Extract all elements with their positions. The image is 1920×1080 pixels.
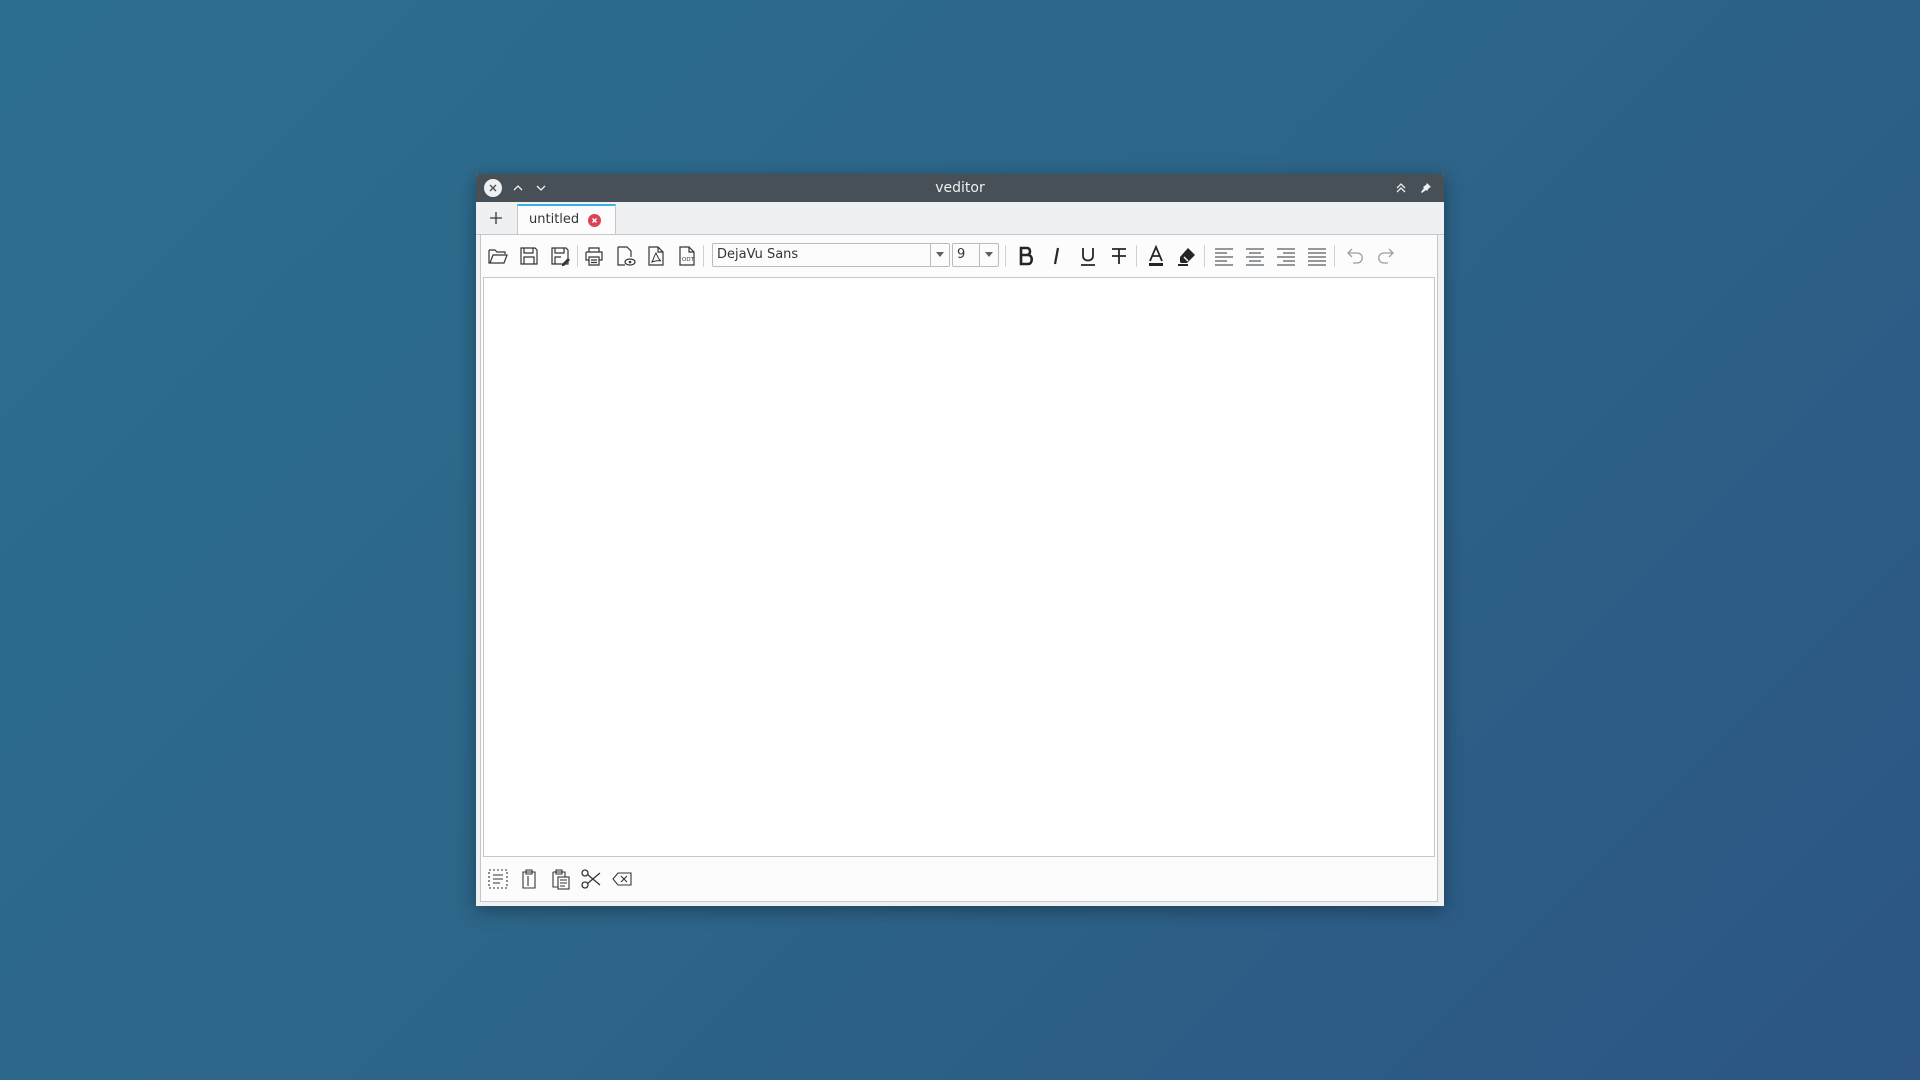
document-panel: ODT DejaVu Sans 9: [480, 234, 1438, 902]
toolbar-separator: [1334, 245, 1335, 267]
tab-label: untitled: [529, 212, 580, 227]
align-justify-icon: [1308, 248, 1326, 266]
keep-above-button[interactable]: [1392, 179, 1410, 197]
font-size-select[interactable]: 9: [952, 243, 999, 267]
print-icon: [585, 247, 603, 266]
underline-button[interactable]: [1075, 243, 1101, 269]
print-button[interactable]: [581, 243, 607, 269]
copy-icon: [522, 869, 536, 889]
save-button[interactable]: [516, 243, 542, 269]
align-center-icon: [1246, 248, 1264, 266]
font-family-dropdown[interactable]: [930, 244, 949, 266]
select-all-button[interactable]: [485, 866, 511, 892]
pin-button[interactable]: [1417, 179, 1435, 197]
text-color-icon: [1149, 245, 1163, 266]
bottom-toolbar: [481, 859, 1437, 899]
font-family-select[interactable]: DejaVu Sans: [712, 243, 950, 267]
text-color-button[interactable]: [1143, 243, 1169, 269]
new-tab-button[interactable]: [484, 206, 508, 230]
highlight-button[interactable]: [1174, 243, 1200, 269]
export-odt-icon: ODT: [679, 246, 695, 266]
tab-close-button[interactable]: [588, 214, 601, 227]
strikethrough-icon: [1112, 248, 1126, 264]
align-left-button[interactable]: [1211, 243, 1237, 269]
toolbar-separator: [703, 245, 704, 267]
bold-icon: [1019, 246, 1034, 266]
backspace-icon: [612, 872, 632, 886]
print-preview-button[interactable]: [612, 243, 638, 269]
scissors-icon: [581, 869, 601, 889]
bold-button[interactable]: [1013, 243, 1039, 269]
save-as-icon: [551, 247, 570, 266]
close-icon: [592, 218, 597, 223]
text-editor[interactable]: [483, 277, 1435, 857]
app-window: veditor untitled ODT DejaVu Sans 9: [476, 174, 1444, 906]
font-size-dropdown[interactable]: [979, 244, 998, 266]
main-toolbar: ODT DejaVu Sans 9: [481, 235, 1437, 277]
italic-button[interactable]: [1044, 243, 1070, 269]
export-pdf-button[interactable]: [643, 243, 669, 269]
font-family-value: DejaVu Sans: [717, 247, 799, 262]
undo-button[interactable]: [1342, 243, 1368, 269]
save-icon: [520, 247, 538, 265]
copy-button[interactable]: [516, 866, 542, 892]
folder-open-icon: [488, 249, 508, 264]
save-as-button[interactable]: [547, 243, 573, 269]
double-chevron-up-icon: [1396, 183, 1406, 193]
toolbar-separator: [577, 245, 578, 267]
align-right-button[interactable]: [1273, 243, 1299, 269]
toolbar-separator: [1136, 245, 1137, 267]
export-odt-button[interactable]: ODT: [674, 243, 700, 269]
align-center-button[interactable]: [1242, 243, 1268, 269]
italic-icon: [1053, 247, 1060, 265]
underline-icon: [1081, 248, 1095, 266]
redo-button[interactable]: [1373, 243, 1399, 269]
strikethrough-button[interactable]: [1106, 243, 1132, 269]
undo-icon: [1347, 248, 1363, 264]
cut-button[interactable]: [578, 866, 604, 892]
paste-icon: [552, 869, 570, 890]
clear-button[interactable]: [609, 866, 635, 892]
plus-icon: [490, 212, 502, 224]
tab-bar: untitled: [476, 202, 1444, 235]
select-all-icon: [488, 869, 508, 889]
chevron-down-icon: [985, 252, 993, 257]
chevron-down-icon: [936, 252, 944, 257]
redo-icon: [1378, 248, 1394, 264]
titlebar[interactable]: veditor: [476, 174, 1444, 202]
pin-icon: [1421, 183, 1431, 193]
tab-untitled[interactable]: untitled: [517, 204, 616, 234]
toolbar-separator: [1005, 245, 1006, 267]
paste-button[interactable]: [547, 866, 573, 892]
svg-text:ODT: ODT: [682, 257, 695, 263]
window-title: veditor: [935, 180, 985, 196]
font-size-value: 9: [957, 247, 966, 262]
align-justify-button[interactable]: [1304, 243, 1330, 269]
toolbar-separator: [1204, 245, 1205, 267]
align-left-icon: [1215, 248, 1233, 266]
open-button[interactable]: [485, 243, 511, 269]
print-preview-icon: [617, 246, 636, 266]
highlight-icon: [1178, 248, 1195, 266]
export-pdf-icon: [648, 246, 664, 266]
align-right-icon: [1277, 248, 1295, 266]
